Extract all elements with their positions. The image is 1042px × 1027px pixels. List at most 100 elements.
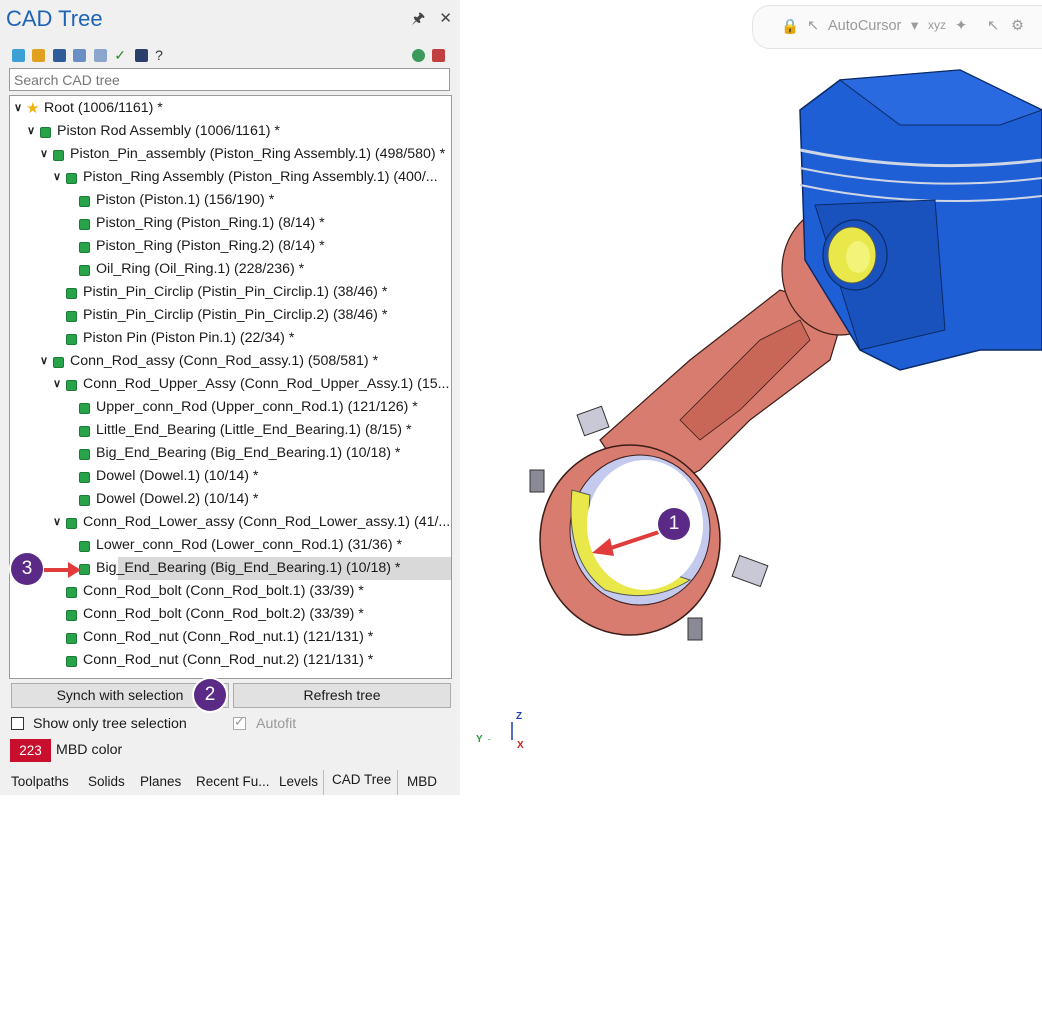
tree-node[interactable]: Conn_Rod_nut (Conn_Rod_nut.2) (121/131) … bbox=[10, 649, 451, 672]
autofit-checkbox[interactable]: ✓ bbox=[233, 714, 246, 730]
tab-toolpaths[interactable]: Toolpaths bbox=[11, 774, 69, 789]
tree-node[interactable]: ∨ ★ Root (1006/1161) * bbox=[10, 97, 451, 120]
add-part-icon[interactable] bbox=[411, 49, 425, 63]
expand-icon[interactable] bbox=[12, 49, 25, 63]
part-icon bbox=[66, 587, 77, 598]
tree-node[interactable]: ∨ Piston_Ring Assembly (Piston_Ring Assem… bbox=[10, 166, 451, 189]
tree-node[interactable]: Piston Pin (Piston Pin.1) (22/34) * bbox=[10, 327, 451, 350]
bolt-bottom bbox=[687, 617, 703, 641]
mbd-color-swatch[interactable]: 223 bbox=[10, 739, 51, 762]
bolt-left bbox=[529, 469, 545, 493]
remove-part-icon[interactable] bbox=[432, 49, 445, 63]
part-icon bbox=[79, 541, 90, 552]
star-icon: ★ bbox=[26, 100, 40, 117]
tab-solids[interactable]: Solids bbox=[88, 774, 125, 789]
pin-icon[interactable]: 🖈 bbox=[411, 10, 425, 27]
part-icon bbox=[66, 656, 77, 667]
chevron-down-icon[interactable]: ∨ bbox=[38, 143, 50, 166]
tree-node[interactable]: Piston (Piston.1) (156/190) * bbox=[10, 189, 451, 212]
properties-icon[interactable] bbox=[93, 49, 107, 63]
part-icon bbox=[40, 127, 51, 138]
chevron-down-icon[interactable]: ∨ bbox=[51, 511, 63, 534]
refresh-tree-button[interactable]: Refresh tree bbox=[233, 683, 451, 708]
tree-node-label: Conn_Rod_Upper_Assy (Conn_Rod_Upper_Assy… bbox=[83, 376, 450, 392]
open-folder-icon[interactable] bbox=[32, 49, 46, 63]
part-icon bbox=[66, 610, 77, 621]
cad-tree: ∨ ★ Root (1006/1161) * ∨ Piston Rod Assembly… bbox=[9, 95, 452, 679]
tree-node[interactable]: Upper_conn_Rod (Upper_conn_Rod.1) (121/1… bbox=[10, 396, 451, 419]
part-icon bbox=[66, 311, 77, 322]
tree-node[interactable]: Little_End_Bearing (Little_End_Bearing.1… bbox=[10, 419, 451, 442]
tree-node[interactable]: Dowel (Dowel.1) (10/14) * bbox=[10, 465, 451, 488]
part-icon bbox=[66, 380, 77, 391]
chevron-down-icon[interactable]: ∨ bbox=[38, 350, 50, 373]
tab-planes[interactable]: Planes bbox=[140, 774, 181, 789]
tree-node-label: Conn_Rod_Lower_assy (Conn_Rod_Lower_assy… bbox=[83, 514, 451, 530]
tree-node[interactable]: Conn_Rod_nut (Conn_Rod_nut.1) (121/131) … bbox=[10, 626, 451, 649]
tree-node[interactable]: Conn_Rod_bolt (Conn_Rod_bolt.1) (33/39) … bbox=[10, 580, 451, 603]
part-icon bbox=[79, 449, 90, 460]
part-icon bbox=[79, 495, 90, 506]
check-icon[interactable]: ✓ bbox=[114, 48, 127, 62]
panel-title-controls: 🖈 ✕ bbox=[401, 8, 452, 33]
tree-node[interactable]: Piston_Ring (Piston_Ring.2) (8/14) * bbox=[10, 235, 451, 258]
tree-node[interactable]: Dowel (Dowel.2) (10/14) * bbox=[10, 488, 451, 511]
tree-node[interactable]: Conn_Rod_bolt (Conn_Rod_bolt.2) (33/39) … bbox=[10, 603, 451, 626]
cursor-icon[interactable]: ↖ bbox=[807, 18, 819, 34]
part-icon bbox=[79, 403, 90, 414]
tree-node-label: Root (1006/1161) * bbox=[44, 100, 163, 116]
help-icon[interactable]: ? bbox=[155, 48, 168, 62]
chevron-down-icon[interactable]: ∨ bbox=[12, 97, 24, 120]
callout-1: 1 bbox=[658, 508, 690, 540]
part-icon bbox=[66, 173, 77, 184]
show-only-tree-selection-label: Show only tree selection bbox=[33, 716, 187, 732]
chevron-down-icon[interactable]: ∨ bbox=[51, 166, 63, 189]
tree-node[interactable]: ∨ Piston Rod Assembly (1006/1161) * bbox=[10, 120, 451, 143]
tree-node[interactable]: Pistin_Pin_Circlip (Pistin_Pin_Circlip.1… bbox=[10, 281, 451, 304]
tree-node[interactable]: Oil_Ring (Oil_Ring.1) (228/236) * bbox=[10, 258, 451, 281]
tree-node-label: Upper_conn_Rod (Upper_conn_Rod.1) (121/1… bbox=[96, 399, 418, 415]
select-icon[interactable]: ↖ bbox=[987, 18, 999, 34]
tab-mbd[interactable]: MBD bbox=[407, 774, 437, 789]
chevron-down-icon[interactable]: ∨ bbox=[25, 120, 37, 143]
tree-node[interactable]: Pistin_Pin_Circlip (Pistin_Pin_Circlip.2… bbox=[10, 304, 451, 327]
tree-node[interactable]: ∨ Conn_Rod_assy (Conn_Rod_assy.1) (508/58… bbox=[10, 350, 451, 373]
tab-levels[interactable]: Levels bbox=[279, 774, 318, 789]
x-axis-label: X bbox=[517, 740, 524, 751]
lock-icon[interactable]: 🔒 bbox=[781, 18, 799, 35]
show-only-tree-selection-checkbox[interactable] bbox=[11, 717, 24, 730]
xyz-icon[interactable]: xyz bbox=[928, 18, 946, 32]
chevron-down-icon[interactable]: ∨ bbox=[51, 373, 63, 396]
tree-node[interactable]: Piston_Ring (Piston_Ring.1) (8/14) * bbox=[10, 212, 451, 235]
z-axis-label: Z bbox=[516, 711, 523, 722]
tree-node[interactable]: ∨ Conn_Rod_Upper_Assy (Conn_Rod_Upper_Ass… bbox=[10, 373, 451, 396]
gear-icon[interactable]: ⚙ bbox=[1011, 18, 1024, 34]
3d-model-view[interactable] bbox=[470, 40, 1042, 740]
save-icon[interactable] bbox=[52, 49, 66, 63]
tree-node[interactable]: Lower_conn_Rod (Lower_conn_Rod.1) (31/36… bbox=[10, 534, 451, 557]
tree-node-label: Conn_Rod_nut (Conn_Rod_nut.2) (121/131) … bbox=[83, 652, 374, 668]
part-icon bbox=[79, 219, 90, 230]
tree-node-label: Piston_Ring (Piston_Ring.2) (8/14) * bbox=[96, 238, 325, 254]
piston-pin-highlight bbox=[846, 241, 870, 273]
tree-node-selected[interactable]: Big_End_Bearing (Big_End_Bearing.1) (10/… bbox=[79, 557, 451, 580]
y-axis-label: Y bbox=[476, 734, 483, 745]
close-icon[interactable]: ✕ bbox=[439, 10, 452, 27]
tree-node[interactable]: Big_End_Bearing (Big_End_Bearing.1) (10/… bbox=[10, 442, 451, 465]
tree-node-label: Lower_conn_Rod (Lower_conn_Rod.1) (31/36… bbox=[96, 537, 403, 553]
chevron-down-icon[interactable]: ▾ bbox=[911, 18, 918, 34]
autofit-label: Autofit bbox=[256, 716, 297, 732]
part-icon bbox=[79, 265, 90, 276]
camera-icon[interactable] bbox=[134, 49, 148, 63]
dowel-top bbox=[576, 405, 610, 437]
search-input[interactable] bbox=[9, 68, 450, 91]
snap-icon[interactable]: ✦ bbox=[955, 18, 967, 34]
tab-cad-tree[interactable]: CAD Tree bbox=[332, 772, 391, 787]
tree-node-label: Piston_Ring Assembly (Piston_Ring Assemb… bbox=[83, 169, 438, 185]
document-icon[interactable] bbox=[73, 49, 87, 63]
tree-node[interactable]: ∨ Piston_Pin_assembly (Piston_Ring Assemb… bbox=[10, 143, 451, 166]
tree-node-label: Conn_Rod_nut (Conn_Rod_nut.1) (121/131) … bbox=[83, 629, 374, 645]
tab-recent-functions[interactable]: Recent Fu... bbox=[196, 774, 270, 789]
tree-node[interactable]: ∨ Conn_Rod_Lower_assy (Conn_Rod_Lower_ass… bbox=[10, 511, 451, 534]
autocursor-label[interactable]: AutoCursor bbox=[828, 18, 901, 34]
